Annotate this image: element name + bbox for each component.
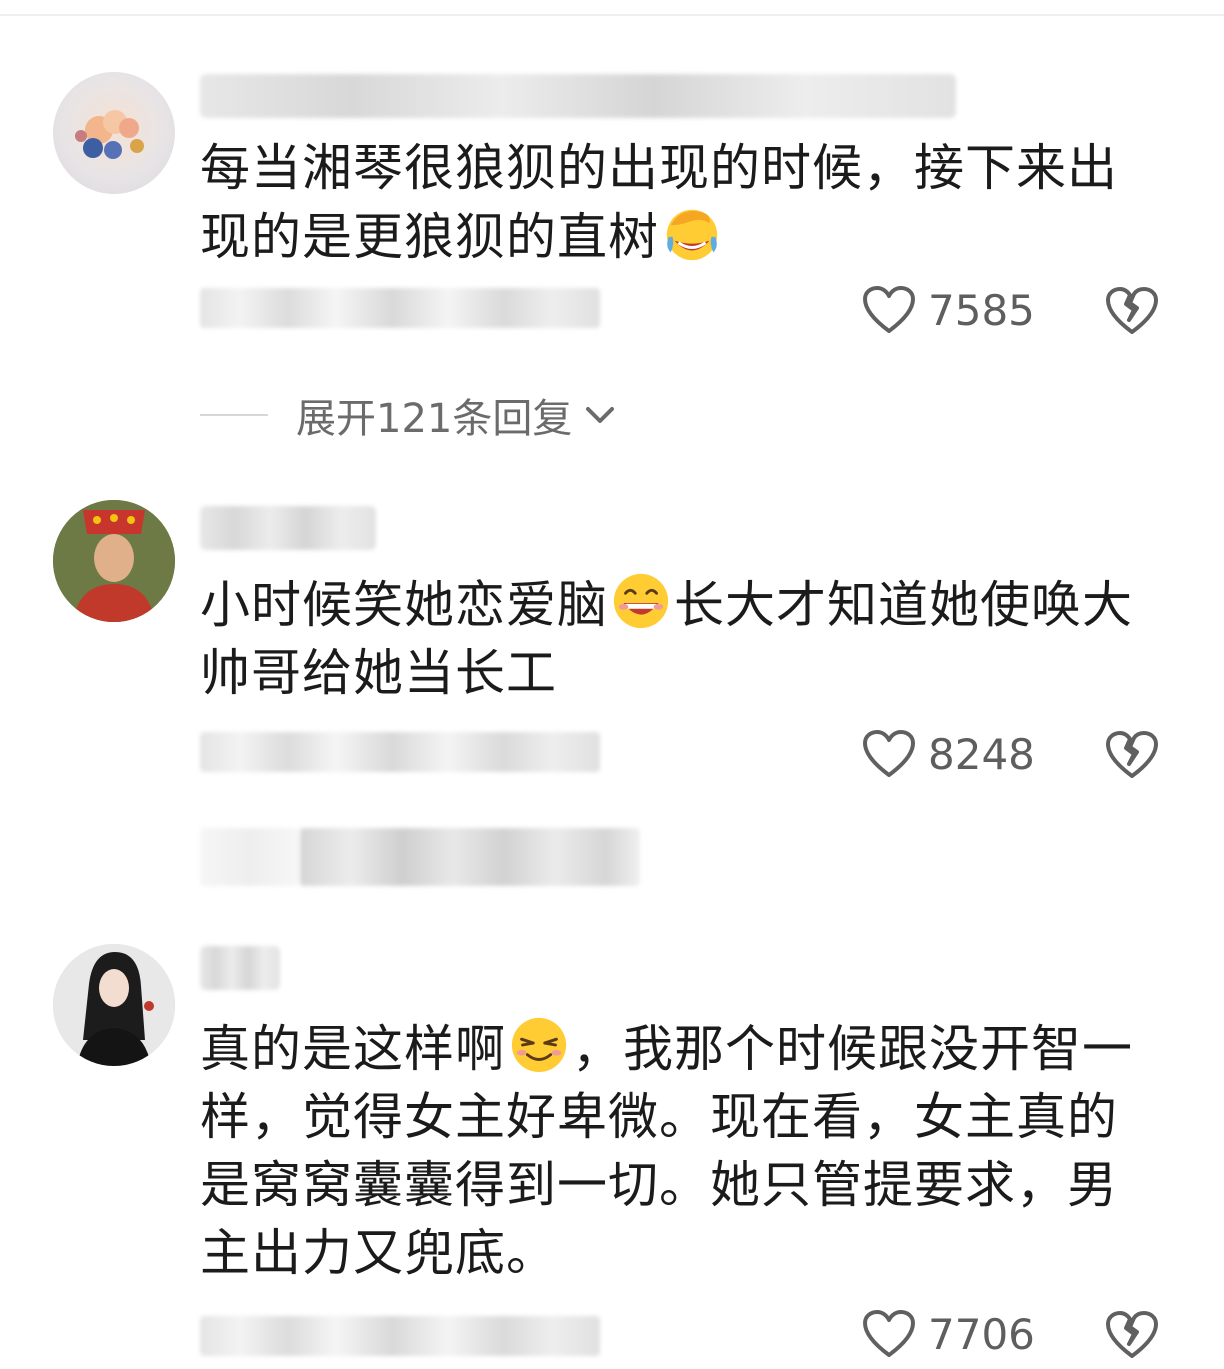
expand-replies-button[interactable]: 展开121条回复 (200, 392, 618, 442)
like-count: 8248 (928, 729, 1035, 779)
heart-outline-icon (863, 286, 915, 333)
expand-replies-label: 展开121条回复 (296, 396, 573, 442)
comment-text: 真的是这样啊 ，我那个时候跟没开智一样，觉得女主好卑微。现在看，女主真的是窝窝囊囊… (200, 1014, 1160, 1287)
smug-smile-emoji (508, 1014, 570, 1076)
like-button[interactable]: 7585 (862, 282, 1035, 338)
comment-text-part: 每当湘琴很狼狈的出现的时候，接下来出现的是更狼狈的直树 (200, 139, 1118, 266)
like-button[interactable]: 7706 (862, 1306, 1035, 1362)
dislike-button[interactable] (1105, 284, 1159, 338)
comment-meta-blurred (200, 732, 600, 772)
username-blurred[interactable] (200, 946, 280, 990)
comment-meta-blurred (200, 288, 600, 328)
avatar[interactable] (53, 72, 175, 194)
reply-preview-blurred[interactable] (200, 828, 300, 886)
broken-heart-icon (1106, 1311, 1158, 1358)
like-count: 7706 (928, 1309, 1035, 1359)
facepalm-laugh-emoji (661, 202, 723, 264)
dislike-button[interactable] (1105, 1308, 1159, 1362)
broken-heart-icon (1106, 731, 1158, 778)
username-blurred[interactable] (200, 506, 376, 550)
heart-outline-icon (863, 730, 915, 777)
dislike-button[interactable] (1105, 728, 1159, 782)
chevron-down-icon (586, 407, 615, 423)
heart-outline-icon (863, 1310, 915, 1357)
comment-meta-blurred (200, 1316, 600, 1356)
grin-emoji (610, 570, 672, 632)
avatar[interactable] (53, 944, 175, 1066)
top-divider (0, 14, 1224, 16)
username-blurred[interactable] (200, 74, 956, 118)
reply-preview-blurred[interactable] (300, 828, 640, 886)
expand-divider (200, 414, 268, 416)
comment-text: 小时候笑她恋爱脑 长大才知道她使唤大帅哥给她当长工 (200, 570, 1160, 707)
like-button[interactable]: 8248 (862, 726, 1035, 782)
like-count: 7585 (928, 285, 1035, 335)
comment-text-part: 真的是这样啊 (200, 1020, 506, 1078)
comment-text: 每当湘琴很狼狈的出现的时候，接下来出现的是更狼狈的直树 (200, 134, 1160, 271)
broken-heart-icon (1106, 287, 1158, 334)
avatar[interactable] (53, 500, 175, 622)
comment-text-part: 小时候笑她恋爱脑 (200, 576, 608, 634)
